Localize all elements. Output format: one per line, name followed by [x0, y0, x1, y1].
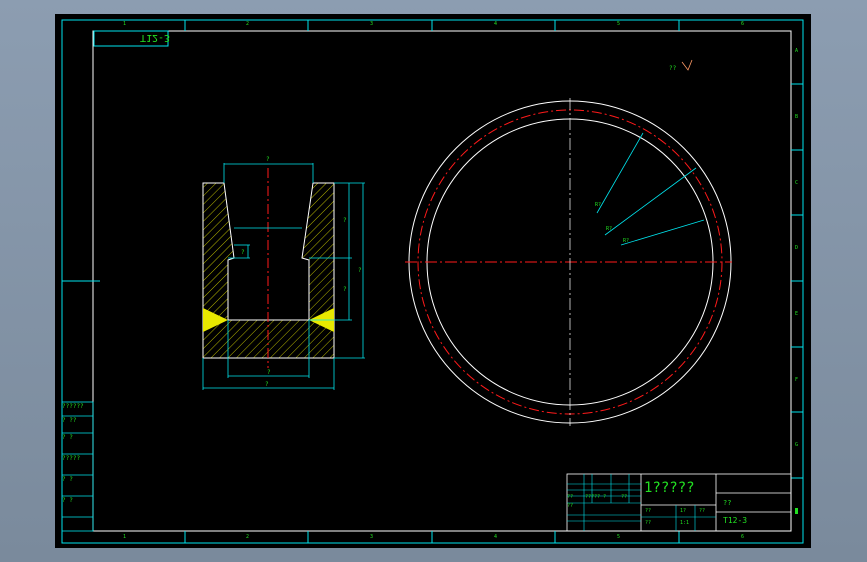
zone-label: 5	[617, 534, 621, 540]
drawing-code: T12-3	[723, 516, 748, 525]
left-block-row: ??????	[62, 403, 84, 410]
dim-overall-width: ?	[265, 381, 269, 388]
left-block-row: ? ?	[62, 476, 73, 483]
zone-label: 3	[370, 534, 374, 540]
zone-label: 2	[246, 534, 250, 540]
zone-label: F	[795, 377, 799, 383]
zone-label: G	[795, 442, 799, 448]
left-block-text: ?????? ? ?? ? ? ????? ? ? ? ?	[62, 404, 93, 512]
zone-label: 4	[494, 534, 498, 540]
dim-small: ?	[241, 249, 245, 256]
roughness-symbol	[681, 59, 693, 71]
radius-label-1: R?	[595, 202, 601, 208]
zone-ticks	[62, 20, 803, 543]
zone-label: 6	[741, 21, 745, 27]
dim-lower: ?	[343, 286, 347, 293]
zone-label: H	[795, 508, 799, 514]
tb-cell: ??	[699, 508, 706, 514]
zone-label: 1	[123, 534, 127, 540]
left-block-row: ? ??	[62, 417, 77, 424]
zone-label: 4	[494, 21, 498, 27]
zone-label: 3	[370, 21, 374, 27]
dim-bottom-bore: ?	[267, 369, 271, 376]
cad-drawing-canvas[interactable]: ? ? ? ? ? ? ? R? R? R? ?? T12-3 1????? ?…	[55, 14, 811, 548]
tb-cell: ??	[645, 520, 652, 526]
tb-cell: 1:1	[680, 520, 690, 526]
zone-label: B	[795, 114, 799, 120]
tb-cell: ??	[567, 494, 574, 500]
inner-frame	[92, 30, 792, 532]
left-block-row: ? ?	[62, 497, 73, 504]
tb-cell: ?	[603, 494, 607, 500]
outer-frame	[61, 19, 804, 544]
tb-cell: ??	[621, 494, 628, 500]
radius-leaders	[596, 132, 705, 246]
zone-label: A	[795, 48, 799, 54]
radius-label-2: R?	[606, 226, 612, 232]
radius-label-3: R?	[623, 238, 629, 244]
left-block-row: ? ?	[62, 434, 73, 441]
zone-label: 6	[741, 534, 745, 540]
roughness-note: ??	[669, 65, 677, 72]
zone-label: 2	[246, 21, 250, 27]
left-block-row: ?????	[62, 455, 81, 462]
zone-label: D	[795, 245, 799, 251]
mirrored-code: T12-3	[139, 32, 171, 43]
dim-upper: ?	[343, 217, 347, 224]
title-block-cells-2: ?? 1? ?? ?? 1:1	[645, 508, 720, 526]
drawing-svg: ? ? ? ? ? ? ? R? R? R? ??	[61, 19, 804, 544]
tb-cell: ??	[567, 503, 574, 509]
zone-label: C	[795, 180, 799, 186]
drawing-title: 1?????	[644, 480, 695, 496]
tb-cell: ?????	[585, 494, 601, 500]
dim-top-width: ?	[266, 156, 270, 163]
zone-label: E	[795, 311, 799, 317]
material-label: ??	[723, 499, 732, 507]
zone-label: 1	[123, 21, 127, 27]
zone-label: 5	[617, 21, 621, 27]
tb-cell: 1?	[680, 508, 687, 514]
title-block-cells: ?? ????? ? ?? ??	[567, 494, 639, 509]
tb-cell: ??	[645, 508, 652, 514]
dim-height: ?	[358, 267, 362, 274]
